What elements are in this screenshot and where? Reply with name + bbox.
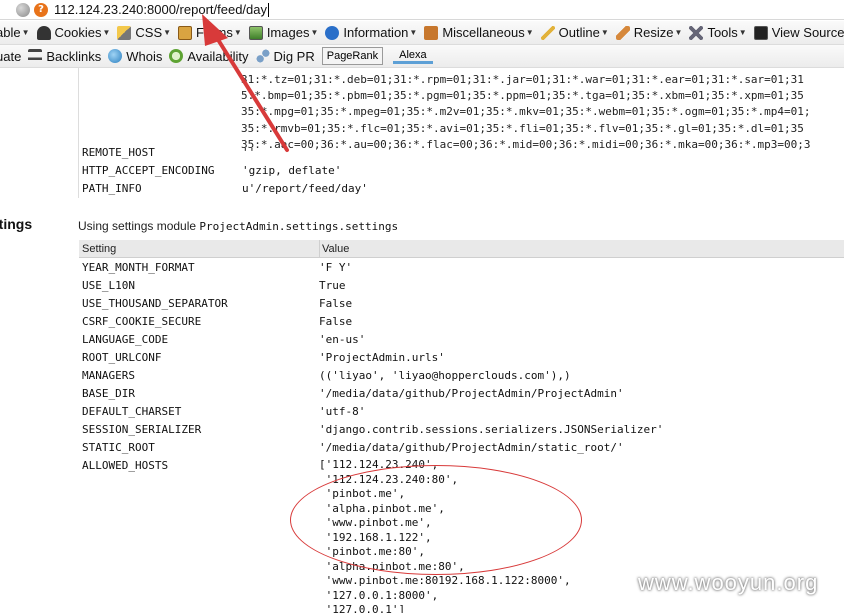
settings-module-intro: Using settings module ProjectAdmin.setti… xyxy=(78,219,399,233)
backlinks-button[interactable]: Backlinks xyxy=(28,49,101,64)
pen-icon xyxy=(540,25,555,40)
address-bar[interactable]: ? 112.124.23.240:8000/report/feed/day xyxy=(0,0,844,20)
table-row: STATIC_ROOT '/media/data/github/ProjectAd… xyxy=(82,441,624,454)
table-row: REMOTE_HOST '' xyxy=(82,146,256,159)
image-icon xyxy=(248,25,263,40)
highlight-ellipse xyxy=(290,465,582,575)
settings-module-name: ProjectAdmin.settings.settings xyxy=(199,220,399,233)
user-icon xyxy=(36,25,51,40)
alexa-button[interactable]: Alexa xyxy=(393,49,433,64)
pencil-icon xyxy=(117,25,132,40)
table-row: USE_THOUSAND_SEPARATOR False xyxy=(82,297,353,310)
table-row: DEFAULT_CHARSET'utf-8' xyxy=(82,405,366,418)
url-input[interactable]: 112.124.23.240:8000/report/feed/day xyxy=(54,2,269,18)
globe-icon xyxy=(108,49,123,63)
css-menu[interactable]: CSS ▼ xyxy=(117,25,171,40)
search-icon xyxy=(169,49,184,63)
miscellaneous-menu[interactable]: Miscellaneous ▼ xyxy=(424,25,534,40)
outline-menu[interactable]: Outline ▼ xyxy=(540,25,609,40)
images-menu[interactable]: Images ▼ xyxy=(248,25,318,40)
availability-button[interactable]: Availability xyxy=(169,49,249,64)
globe-icon xyxy=(16,2,30,17)
network-icon xyxy=(255,49,270,63)
dig-pr-button[interactable]: Dig PR xyxy=(255,49,315,64)
pagerank-button[interactable]: PageRank xyxy=(321,47,384,65)
seo-toolbar: uate Backlinks Whois Availability Dig PR… xyxy=(0,45,844,68)
book-icon xyxy=(424,25,439,40)
information-menu[interactable]: Information ▼ xyxy=(325,25,417,40)
resize-menu[interactable]: Resize ▼ xyxy=(615,25,682,40)
watermark: www.wooyun.org xyxy=(638,570,819,595)
ruler-icon xyxy=(615,25,630,40)
tables-menu[interactable]: able▼ xyxy=(0,25,30,40)
table-row: PATH_INFO u'/report/feed/day' xyxy=(82,182,368,195)
tools-menu[interactable]: Tools ▼ xyxy=(689,25,747,40)
forms-menu[interactable]: Forms ▼ xyxy=(178,25,242,40)
table-row: YEAR_MONTH_FORMAT 'F Y' xyxy=(82,261,353,274)
info-icon xyxy=(325,25,340,40)
settings-table-header: Setting Value xyxy=(79,240,844,258)
table-row: LANGUAGE_CODE'en-us' xyxy=(82,333,366,346)
table-row: MANAGERS (('liyao', 'liyao@hopperclouds.c… xyxy=(82,369,571,382)
web-developer-toolbar: able▼ Cookies▼ CSS▼ Forms▼ Images▼ Infor… xyxy=(0,21,844,45)
view-source-menu[interactable]: View Source▼ xyxy=(753,25,844,40)
settings-section-heading: ttings xyxy=(0,216,33,232)
arrows-icon xyxy=(28,49,43,63)
table-row: SESSION_SERIALIZER'django.contrib.sessio… xyxy=(82,423,664,436)
warning-icon[interactable]: ? xyxy=(34,2,48,17)
table-row: USE_L10N True xyxy=(82,279,346,292)
evaluate-button[interactable]: uate xyxy=(0,49,21,64)
clipboard-icon xyxy=(178,25,193,40)
column-header-value: Value xyxy=(319,240,349,258)
table-row: ROOT_URLCONF 'ProjectAdmin.urls' xyxy=(82,351,445,364)
table-row: BASE_DIR '/media/data/github/ProjectAdmin… xyxy=(82,387,624,400)
whois-button[interactable]: Whois xyxy=(108,49,162,64)
cookies-menu[interactable]: Cookies ▼ xyxy=(36,25,110,40)
table-row: CSRF_COOKIE_SECURE False xyxy=(82,315,353,328)
tools-icon xyxy=(689,25,704,40)
column-header-setting: Setting xyxy=(82,243,117,255)
monitor-icon xyxy=(753,25,768,40)
ls-colors-value: 31:*.tz=01;31:*.deb=01;31:*.rpm=01;31:*.… xyxy=(241,73,811,151)
table-row: HTTP_ACCEPT_ENCODING'gzip, deflate' xyxy=(82,164,342,177)
